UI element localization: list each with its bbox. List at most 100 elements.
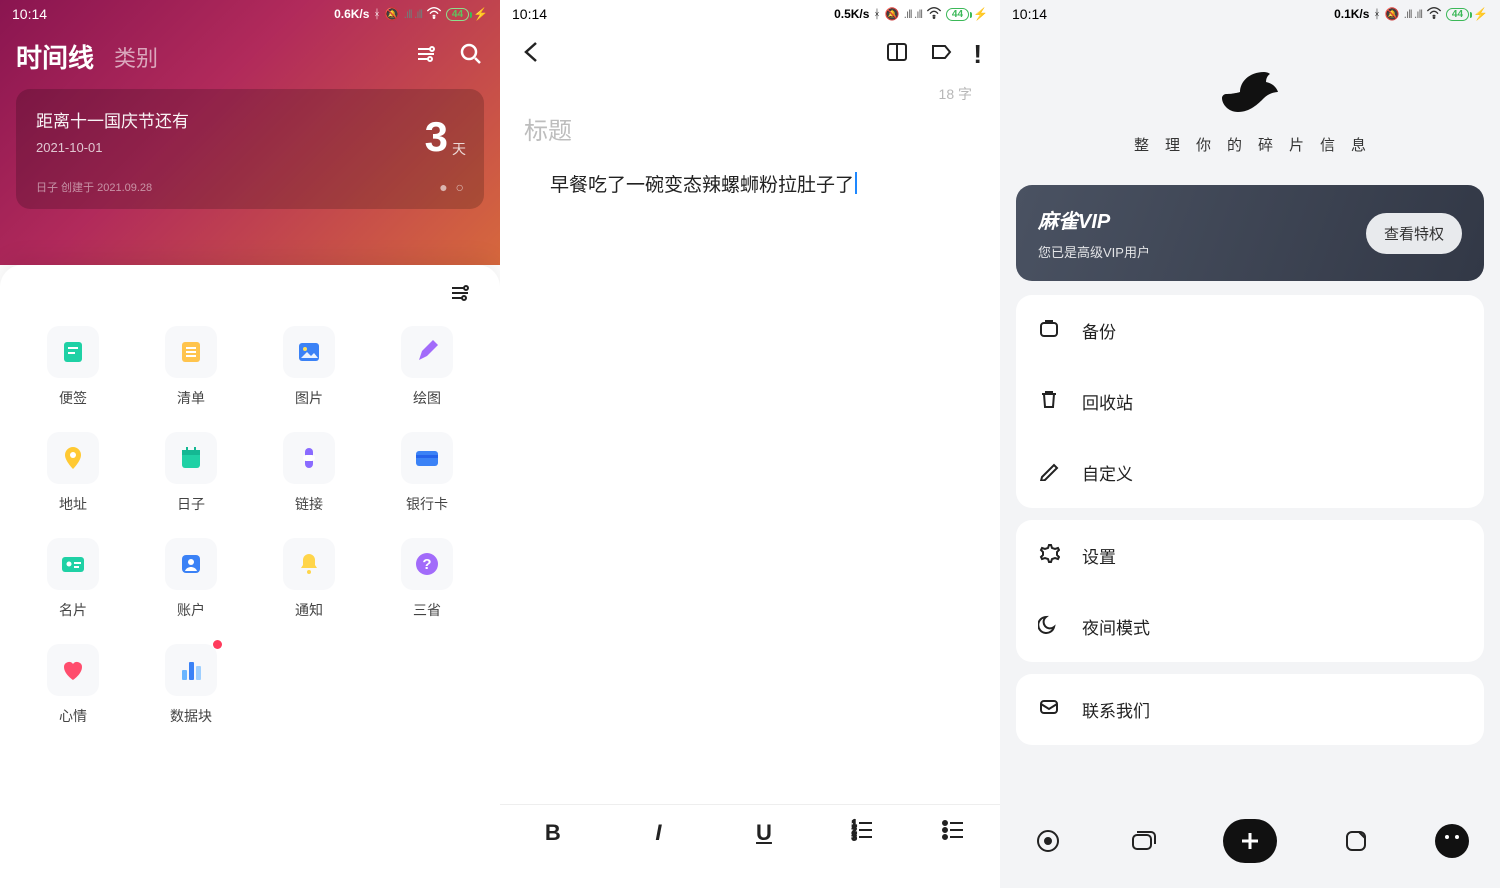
mute-icon: 🔕 [885,7,900,21]
type-label: 三省 [413,600,441,620]
type-link[interactable]: 链接 [250,426,368,526]
tab-category[interactable]: 类别 [114,41,158,73]
nav-add-button[interactable] [1223,819,1277,863]
mute-icon: 🔕 [1385,7,1400,21]
app-logo [1000,28,1500,134]
type-label: 清单 [177,388,205,408]
type-acct[interactable]: 账户 [132,532,250,632]
type-bank[interactable]: 银行卡 [368,426,486,526]
biz-icon [47,538,99,590]
type-reflect[interactable]: ? 三省 [368,532,486,632]
type-label: 地址 [59,494,87,514]
pane-editor: 10:14 0.5K/s ᚼ 🔕 .ıll .ıll 44 ⚡ ! 18 字 早… [500,0,1000,888]
bullet-list-button[interactable] [941,817,967,848]
svg-text:?: ? [422,556,431,573]
menu-settings[interactable]: 设置 [1016,520,1484,591]
days-icon [165,432,217,484]
type-label: 名片 [59,600,87,620]
contact-icon [1038,696,1060,723]
type-list[interactable]: 清单 [132,320,250,420]
note-icon [47,326,99,378]
svg-text:3: 3 [852,833,857,842]
card-unit: 天 [452,139,466,159]
countdown-card[interactable]: 距离十一国庆节还有 2021-10-01 3 天 日子 创建于 2021.09.… [16,89,484,209]
menu-trash[interactable]: 回收站 [1016,366,1484,437]
type-label: 账户 [177,600,205,620]
type-notify[interactable]: 通知 [250,532,368,632]
split-icon[interactable] [885,40,909,69]
type-label: 链接 [295,494,323,514]
type-days[interactable]: 日子 [132,426,250,526]
battery-icon: 44 [946,8,969,21]
type-note[interactable]: 便签 [14,320,132,420]
type-biz[interactable]: 名片 [14,532,132,632]
type-image[interactable]: 图片 [250,320,368,420]
body-text[interactable]: 早餐吃了一碗变态辣螺蛳粉拉肚子了 [500,152,1000,197]
ordered-list-button[interactable]: 123 [850,817,876,848]
charge-icon: ⚡ [973,7,988,21]
card-number: 3 [425,113,448,161]
net-speed: 0.6K/s [334,7,369,21]
nav-box-icon[interactable] [1339,824,1373,858]
type-mood[interactable]: 心情 [14,638,132,738]
type-draw[interactable]: 绘图 [368,320,486,420]
pane-profile: 10:14 0.1K/s ᚼ 🔕 .ıll .ıll 44 ⚡ 整理你的碎片信息… [1000,0,1500,888]
nav-chat-icon[interactable] [1435,824,1469,858]
data-icon [165,644,217,696]
badge-dot [213,640,222,649]
priority-icon[interactable]: ! [973,39,982,70]
pane-timeline: 10:14 0.6K/s ᚼ 🔕 .ıll .ıll 44 ⚡ 时间线 类别 [0,0,500,888]
menu-group-3: 联系我们 [1016,674,1484,745]
menu-custom[interactable]: 自定义 [1016,437,1484,508]
filter-icon[interactable] [414,42,438,71]
sheet-filter-icon[interactable] [448,281,472,310]
menu-label: 夜间模式 [1082,614,1150,639]
vip-card[interactable]: 麻雀VIP 您已是高级VIP用户 查看特权 [1016,185,1484,281]
net-speed: 0.5K/s [834,7,869,21]
menu-night[interactable]: 夜间模式 [1016,591,1484,662]
draw-icon [401,326,453,378]
tag-icon[interactable] [929,40,953,69]
bluetooth-icon: ᚼ [1373,7,1380,21]
word-count: 18 字 [500,80,1000,108]
type-grid: 便签 清单 图片 绘图 地址 日子 链接 银行卡 名片 账户 通知 ? 三省 心… [6,312,494,746]
underline-button[interactable]: U [744,820,784,846]
type-addr[interactable]: 地址 [14,426,132,526]
mood-icon [47,644,99,696]
header-gradient: 10:14 0.6K/s ᚼ 🔕 .ıll .ıll 44 ⚡ 时间线 类别 [0,0,500,265]
status-bar: 10:14 0.6K/s ᚼ 🔕 .ıll .ıll 44 ⚡ [0,0,500,28]
back-icon[interactable] [518,39,544,70]
format-bar: B I U 123 [500,804,1000,860]
status-bar: 10:14 0.1K/s ᚼ 🔕 .ıll .ıll 44 ⚡ [1000,0,1500,28]
menu-label: 备份 [1082,318,1116,343]
nav-cards-icon[interactable] [1127,824,1161,858]
image-icon [283,326,335,378]
tab-timeline[interactable]: 时间线 [16,38,94,75]
status-bar: 10:14 0.5K/s ᚼ 🔕 .ıll .ıll 44 ⚡ [500,0,1000,28]
type-label: 日子 [177,494,205,514]
menu-label: 设置 [1082,543,1116,568]
status-time: 10:14 [1012,6,1047,22]
search-icon[interactable] [458,41,484,72]
status-right: 0.1K/s ᚼ 🔕 .ıll .ıll 44 ⚡ [1334,7,1488,22]
title-input[interactable] [500,108,1000,152]
card-title: 距离十一国庆节还有 [36,107,464,132]
bold-button[interactable]: B [533,820,573,846]
status-time: 10:14 [512,6,547,22]
trash-icon [1038,388,1060,415]
type-data[interactable]: 数据块 [132,638,250,738]
battery-icon: 44 [1446,8,1469,21]
battery-icon: 44 [446,8,469,21]
menu-contact[interactable]: 联系我们 [1016,674,1484,745]
wifi-icon [1426,7,1442,22]
charge-icon: ⚡ [1473,7,1488,21]
tagline: 整理你的碎片信息 [1000,134,1500,155]
card-pager: ● ○ [439,179,466,195]
top-tabs: 时间线 类别 [0,28,500,79]
nav-target-icon[interactable] [1031,824,1065,858]
menu-backup[interactable]: 备份 [1016,295,1484,366]
italic-button[interactable]: I [638,820,678,846]
card-meta: 日子 创建于 2021.09.28 [36,179,464,195]
vip-button[interactable]: 查看特权 [1366,213,1462,254]
type-label: 通知 [295,600,323,620]
